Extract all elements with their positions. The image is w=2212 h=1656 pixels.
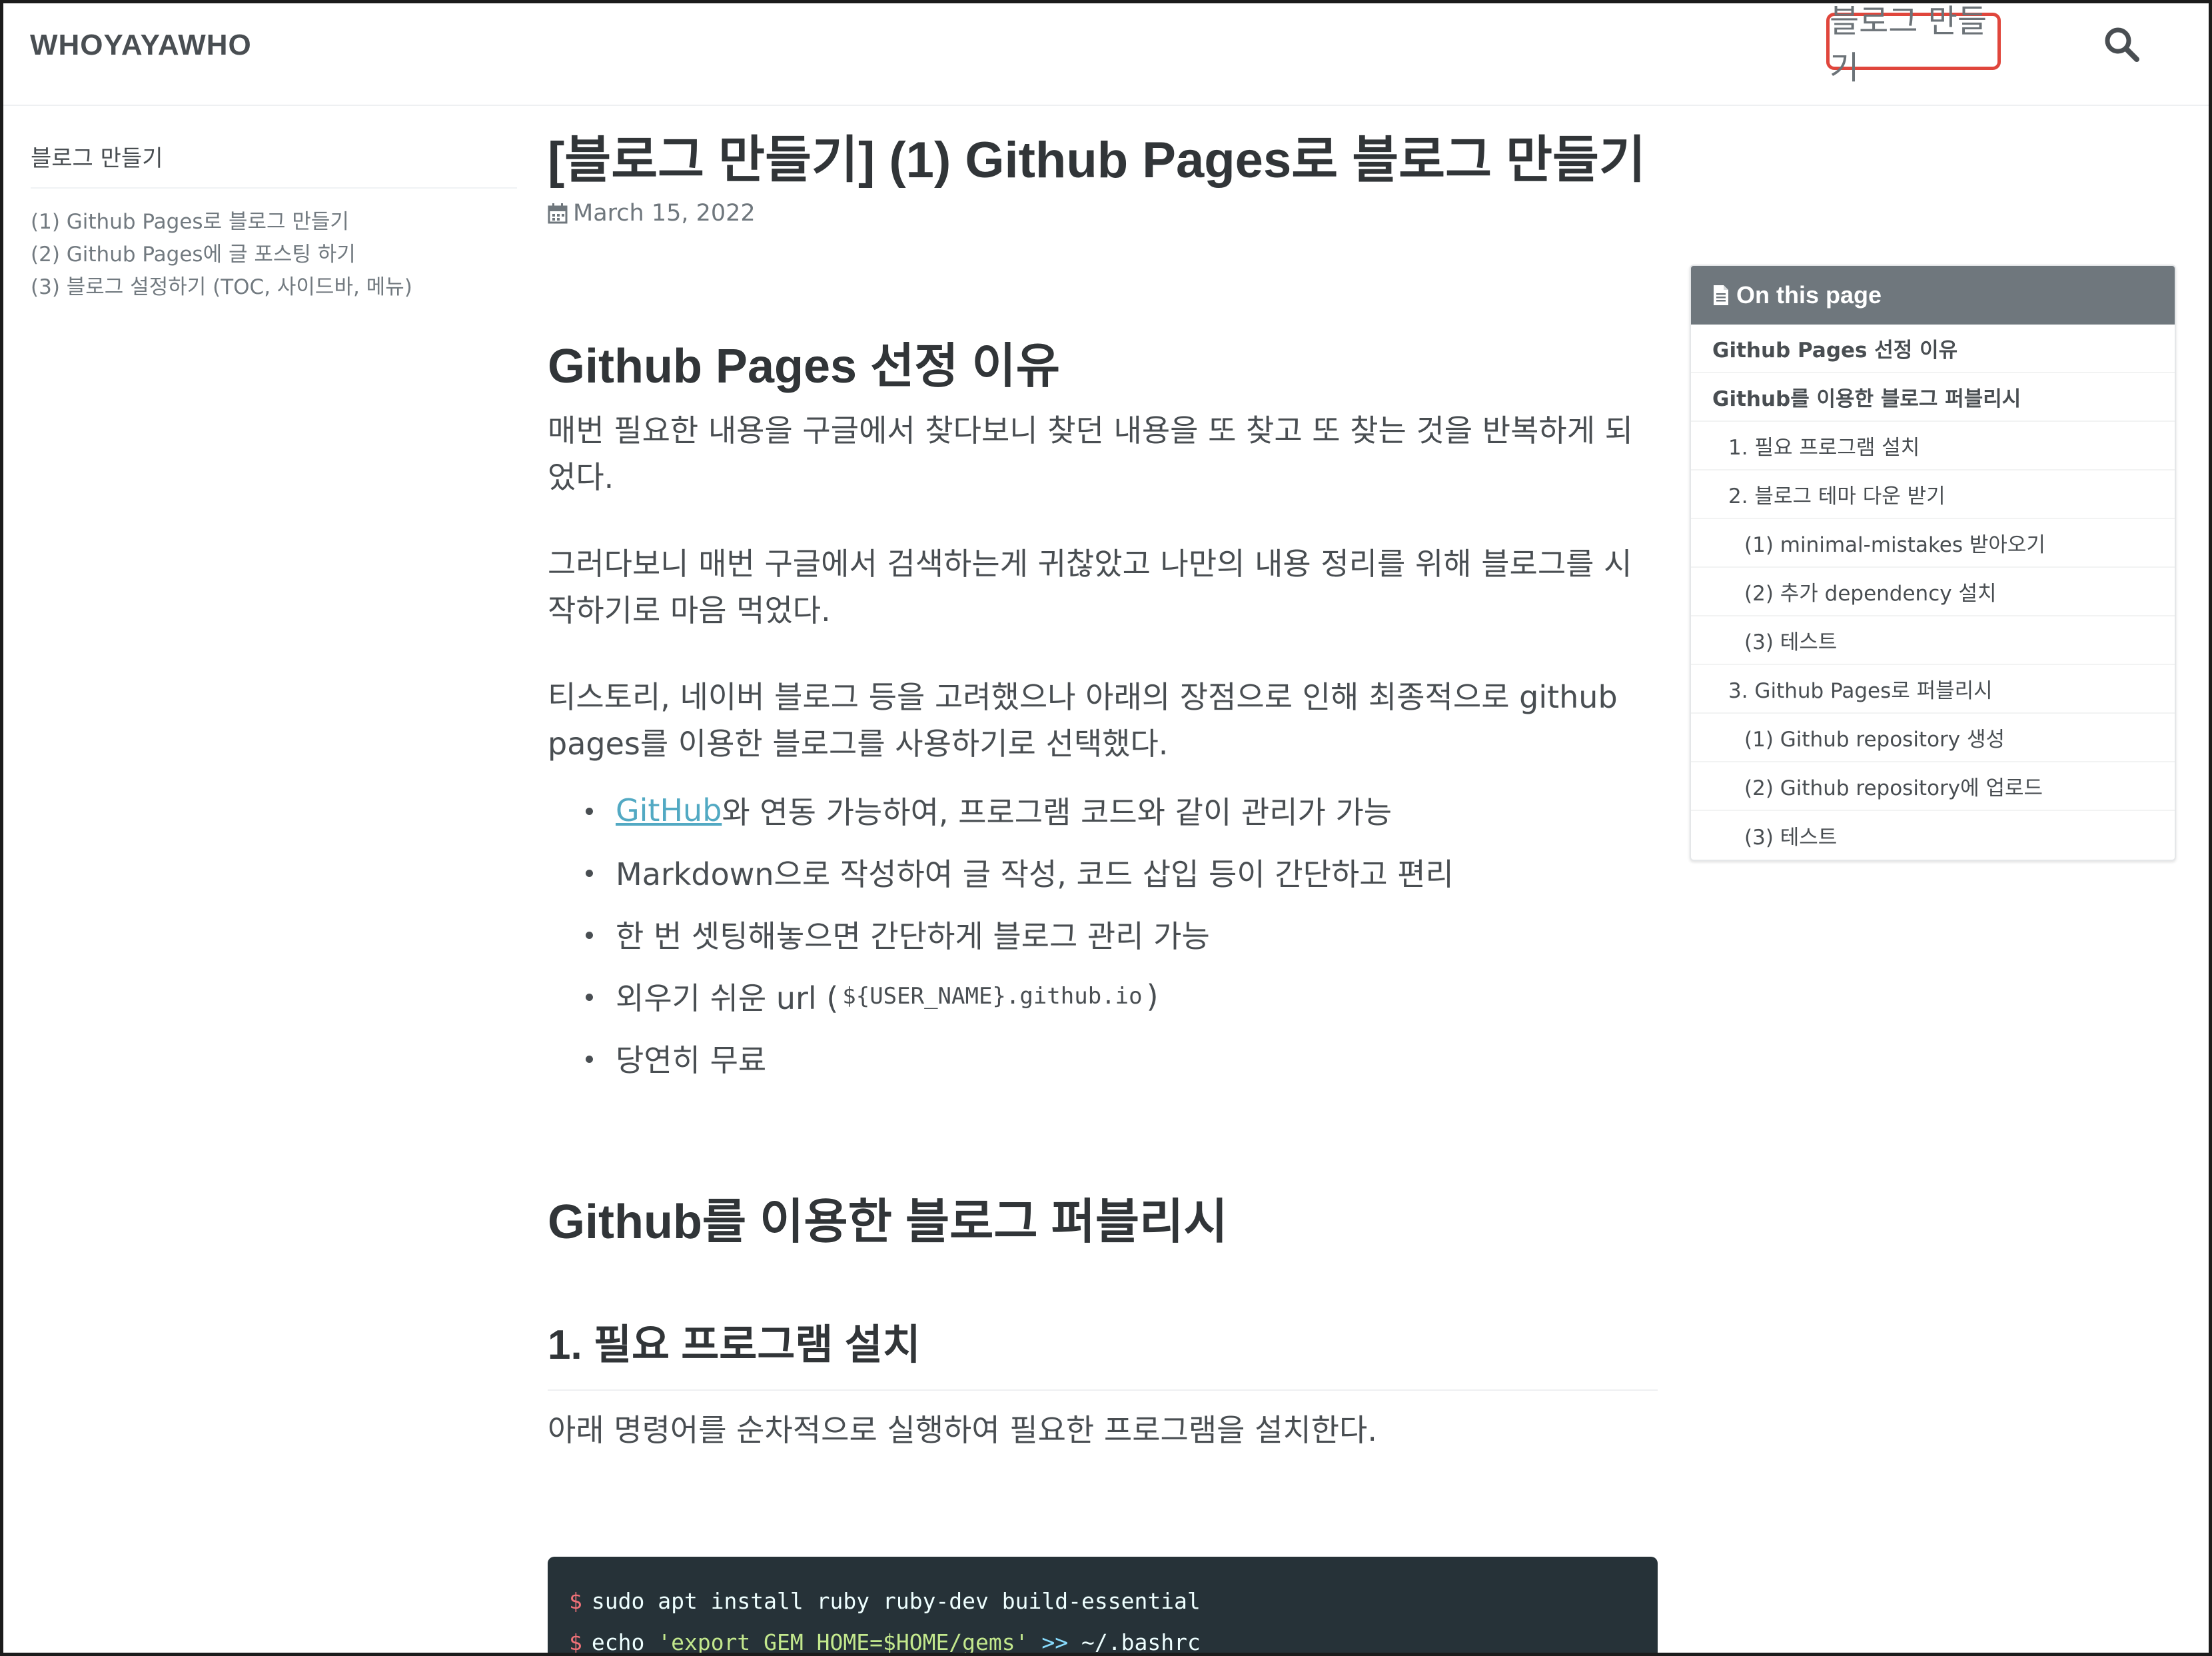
- paragraph-3: 티스토리, 네이버 블로그 등을 고려했으나 아래의 장점으로 인해 최종적으로…: [548, 679, 1618, 762]
- site-title[interactable]: WHOYAYAWHO: [30, 29, 252, 62]
- page-title: [블로그 만들기] (1) Github Pages로 블로그 만들기: [548, 132, 1646, 189]
- toc-item[interactable]: 3. Github Pages로 퍼블리시: [1691, 665, 2175, 714]
- code-block[interactable]: $ sudo apt install ruby ruby-dev build-es…: [548, 1557, 1658, 1656]
- nav-link-blog[interactable]: 블로그 만들기: [1826, 3, 2001, 87]
- list-item: 당연히 무료: [548, 1027, 1658, 1089]
- code-text: sudo apt install ruby ruby-dev build-ess…: [591, 1588, 1201, 1614]
- toc-panel: On this page Github Pages 선정 이유 Github를 …: [1690, 265, 2176, 861]
- sidebar-nav: 블로그 만들기 (1) Github Pages로 블로그 만들기 (2) Gi…: [31, 140, 517, 304]
- search-icon: [2105, 27, 2139, 62]
- toc-item[interactable]: (3) 테스트: [1691, 811, 2175, 860]
- section-heading-install: 1. 필요 프로그램 설치: [548, 1311, 1658, 1391]
- toc-item[interactable]: Github Pages 선정 이유: [1691, 325, 2175, 373]
- section-heading-reason: Github Pages 선정 이유: [548, 340, 1061, 393]
- calendar-icon: [548, 203, 568, 224]
- paragraph-2: 그러다보니 매번 구글에서 검색하는게 귀찮았고 나만의 내용 정리를 위해 블…: [548, 546, 1632, 628]
- search-button[interactable]: [2102, 25, 2142, 65]
- code-operator: >>: [1041, 1629, 1069, 1655]
- paragraph-1: 매번 필요한 내용을 구글에서 찾다보니 찾던 내용을 또 찾고 또 찾는 것을…: [548, 413, 1633, 495]
- list-item: Markdown으로 작성하여 글 작성, 코드 삽입 등이 간단하고 편리: [548, 841, 1658, 903]
- code-text: ~/.bashrc: [1081, 1629, 1201, 1655]
- toc-title: On this page: [1736, 281, 1882, 309]
- file-text-icon: [1714, 285, 1728, 305]
- sidebar-item-post-3[interactable]: (3) 블로그 설정하기 (TOC, 사이드바, 메뉴): [31, 271, 517, 304]
- toc-item[interactable]: (1) minimal-mistakes 받아오기: [1691, 519, 2175, 568]
- list-item-text: 외우기 쉬운 url (: [616, 980, 839, 1016]
- github-link[interactable]: GitHub: [616, 792, 722, 828]
- inline-code: ${USER_NAME}.github.io: [842, 982, 1143, 1010]
- list-item: GitHub 와 연동 가능하여, 프로그램 코드와 같이 관리가 가능: [548, 779, 1658, 841]
- sidebar-list: (1) Github Pages로 블로그 만들기 (2) Github Pag…: [31, 206, 517, 304]
- toc-item[interactable]: (2) 추가 dependency 설치: [1691, 568, 2175, 616]
- toc-item[interactable]: Github를 이용한 블로그 퍼블리시: [1691, 373, 2175, 422]
- advantages-list: GitHub 와 연동 가능하여, 프로그램 코드와 같이 관리가 가능 Mark…: [548, 779, 1658, 1089]
- date-text: March 15, 2022: [573, 200, 756, 227]
- section-heading-publish: Github를 이용한 블로그 퍼블리시: [548, 1196, 1228, 1249]
- list-item: 한 번 셋팅해놓으면 간단하게 블로그 관리 가능: [548, 903, 1658, 965]
- list-item-text: ): [1146, 978, 1159, 1014]
- masthead: WHOYAYAWHO 블로그 만들기: [3, 3, 2209, 106]
- list-item: 외우기 쉬운 url (${USER_NAME}.github.io): [548, 965, 1658, 1027]
- toc-item[interactable]: (2) Github repository에 업로드: [1691, 762, 2175, 811]
- page-date: March 15, 2022: [548, 200, 1658, 227]
- toc-item[interactable]: 1. 필요 프로그램 설치: [1691, 422, 2175, 470]
- sidebar-item-post-1[interactable]: (1) Github Pages로 블로그 만들기: [31, 206, 517, 239]
- toc-list: Github Pages 선정 이유 Github를 이용한 블로그 퍼블리시 …: [1691, 325, 2175, 860]
- sidebar-title: 블로그 만들기: [31, 140, 517, 189]
- code-string: 'export GEM_HOME=$HOME/gems': [658, 1629, 1029, 1655]
- code-text: echo: [591, 1629, 658, 1655]
- list-item-text: 와 연동 가능하여, 프로그램 코드와 같이 관리가 가능: [722, 794, 1392, 830]
- toc-item[interactable]: 2. 블로그 테마 다운 받기: [1691, 470, 2175, 519]
- code-line-2: $ echo 'export GEM_HOME=$HOME/gems' >> ~/…: [569, 1622, 1658, 1656]
- code-line-1: $ sudo apt install ruby ruby-dev build-es…: [569, 1581, 1658, 1622]
- code-prompt: $: [569, 1588, 582, 1614]
- toc-item[interactable]: (1) Github repository 생성: [1691, 714, 2175, 762]
- install-description: 아래 명령어를 순차적으로 실행하여 필요한 프로그램을 설치한다.: [548, 1412, 1377, 1448]
- toc-item[interactable]: (3) 테스트: [1691, 616, 2175, 665]
- code-prompt: $: [569, 1629, 582, 1655]
- post-content: [블로그 만들기] (1) Github Pages로 블로그 만들기 Marc…: [548, 124, 1658, 1453]
- toc-header: On this page: [1691, 266, 2175, 325]
- sidebar-item-post-2[interactable]: (2) Github Pages에 글 포스팅 하기: [31, 239, 517, 271]
